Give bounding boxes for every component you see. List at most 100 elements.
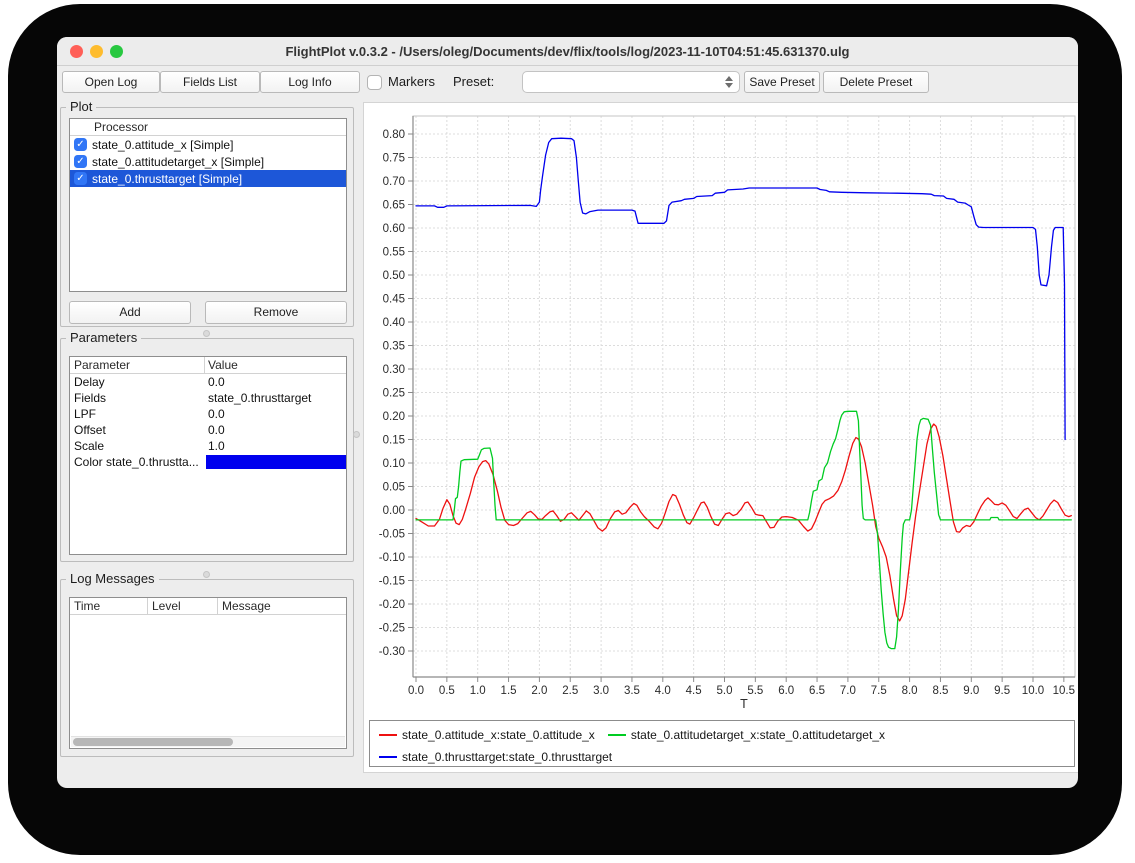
svg-text:-0.15: -0.15 (379, 576, 405, 588)
svg-text:0.20: 0.20 (383, 411, 405, 423)
plot-group-title: Plot (66, 99, 96, 114)
log-info-button[interactable]: Log Info (260, 71, 360, 93)
svg-text:-0.10: -0.10 (379, 552, 405, 564)
column-divider (147, 598, 148, 615)
svg-text:2.0: 2.0 (531, 685, 547, 697)
legend-label: state_0.thrusttarget:state_0.thrusttarge… (402, 750, 612, 764)
svg-text:6.5: 6.5 (809, 685, 825, 697)
parameter-value: state_0.thrusttarget (208, 390, 311, 406)
svg-text:8.0: 8.0 (902, 685, 918, 697)
svg-text:4.5: 4.5 (686, 685, 702, 697)
screenshot-canvas: FlightPlot v.0.3.2 - /Users/oleg/Documen… (0, 0, 1135, 863)
processor-checkbox[interactable]: ✓ (74, 172, 87, 185)
parameters-table[interactable]: Parameter Value Delay0.0Fieldsstate_0.th… (69, 356, 347, 555)
parameter-value: 0.0 (208, 422, 225, 438)
processor-row[interactable]: ✓state_0.attitude_x [Simple] (70, 136, 346, 153)
parameter-name: Offset (74, 422, 106, 438)
svg-text:0.80: 0.80 (383, 129, 405, 141)
parameter-row[interactable]: LPF0.0 (70, 406, 346, 422)
svg-text:6.0: 6.0 (778, 685, 794, 697)
vertical-splitter-handle[interactable] (353, 431, 360, 438)
splitter-handle[interactable] (203, 330, 210, 337)
preset-combobox[interactable] (522, 71, 740, 93)
svg-text:0.70: 0.70 (383, 176, 405, 188)
svg-text:9.5: 9.5 (994, 685, 1010, 697)
svg-text:-0.30: -0.30 (379, 646, 405, 658)
svg-text:0.65: 0.65 (383, 200, 405, 212)
svg-text:9.0: 9.0 (963, 685, 979, 697)
svg-text:0.15: 0.15 (383, 435, 405, 447)
log-messages-header: Time Level Message (70, 598, 346, 615)
parameters-group: Parameters Parameter Value Delay0.0Field… (60, 338, 354, 562)
svg-text:3.5: 3.5 (624, 685, 640, 697)
close-window-button[interactable] (70, 45, 83, 58)
window-title: FlightPlot v.0.3.2 - /Users/oleg/Documen… (57, 37, 1078, 66)
color-swatch[interactable] (206, 455, 346, 469)
processor-row[interactable]: ✓ state_0.thrusttarget [Simple] (70, 170, 346, 187)
scrollbar-thumb[interactable] (73, 738, 233, 746)
svg-text:-0.05: -0.05 (379, 529, 405, 541)
save-preset-button[interactable]: Save Preset (744, 71, 820, 93)
parameters-group-title: Parameters (66, 330, 141, 345)
svg-text:7.5: 7.5 (871, 685, 887, 697)
markers-label: Markers (388, 74, 435, 89)
horizontal-scrollbar[interactable] (71, 736, 345, 747)
svg-text:0.55: 0.55 (383, 247, 405, 259)
legend-line-swatch (379, 756, 397, 758)
processor-label: state_0.attitudetarget_x [Simple] (92, 154, 264, 170)
parameter-row[interactable]: Delay0.0 (70, 374, 346, 390)
splitter-handle[interactable] (203, 571, 210, 578)
message-column-header: Message (222, 598, 271, 614)
legend-entry: state_0.attitude_x:state_0.attitude_x (379, 728, 595, 742)
svg-text:0.30: 0.30 (383, 364, 405, 376)
traffic-lights (70, 45, 123, 58)
chart-legend: state_0.attitude_x:state_0.attitude_xsta… (369, 720, 1075, 767)
parameter-value: 1.0 (208, 438, 225, 454)
svg-text:2.5: 2.5 (562, 685, 578, 697)
chart-panel[interactable]: -0.30-0.25-0.20-0.15-0.10-0.050.000.050.… (363, 102, 1078, 773)
svg-text:0.35: 0.35 (383, 341, 405, 353)
svg-text:10.5: 10.5 (1053, 685, 1075, 697)
svg-text:8.5: 8.5 (932, 685, 948, 697)
add-button[interactable]: Add (69, 301, 191, 324)
parameter-name: Delay (74, 374, 105, 390)
markers-checkbox[interactable] (367, 75, 382, 90)
parameter-row[interactable]: Offset 0.0 (70, 422, 346, 438)
legend-line-swatch (608, 734, 626, 736)
column-divider (204, 357, 205, 374)
svg-text:5.0: 5.0 (717, 685, 733, 697)
combobox-stepper-icon[interactable] (723, 74, 735, 90)
svg-text:0.05: 0.05 (383, 482, 405, 494)
parameter-row[interactable]: Fieldsstate_0.thrusttarget (70, 390, 346, 406)
column-divider (217, 598, 218, 615)
level-column-header: Level (152, 598, 181, 614)
parameter-row[interactable]: Scale 1.0 (70, 438, 346, 454)
zoom-window-button[interactable] (110, 45, 123, 58)
fields-list-button[interactable]: Fields List (160, 71, 260, 93)
plot-group: Plot Processor ✓state_0.attitude_x [Simp… (60, 107, 354, 327)
processor-label: state_0.thrusttarget [Simple] (92, 171, 242, 187)
svg-text:0.45: 0.45 (383, 294, 405, 306)
delete-preset-button[interactable]: Delete Preset (823, 71, 929, 93)
flight-chart[interactable]: -0.30-0.25-0.20-0.15-0.10-0.050.000.050.… (364, 103, 1078, 774)
processor-checkbox[interactable]: ✓ (74, 138, 87, 151)
parameter-name: LPF (74, 406, 96, 422)
svg-text:4.0: 4.0 (655, 685, 671, 697)
processor-checkbox[interactable]: ✓ (74, 155, 87, 168)
color-parameter-row[interactable]: Color state_0.thrustta... (70, 454, 346, 470)
log-messages-table[interactable]: Time Level Message (69, 597, 347, 749)
processor-table[interactable]: Processor ✓state_0.attitude_x [Simple]✓s… (69, 118, 347, 292)
minimize-window-button[interactable] (90, 45, 103, 58)
remove-button[interactable]: Remove (205, 301, 347, 324)
open-log-button[interactable]: Open Log (62, 71, 160, 93)
log-messages-group: Log Messages Time Level Message (60, 579, 354, 757)
legend-entry: state_0.attitudetarget_x:state_0.attitud… (608, 728, 885, 742)
parameter-name: Scale (74, 438, 104, 454)
legend-line-swatch (379, 734, 397, 736)
value-column-header: Value (208, 357, 238, 373)
svg-text:1.0: 1.0 (470, 685, 486, 697)
x-axis-title: T (740, 697, 748, 711)
processor-column-header: Processor (70, 119, 346, 136)
flightplot-window: FlightPlot v.0.3.2 - /Users/oleg/Documen… (57, 37, 1078, 788)
processor-row[interactable]: ✓ state_0.attitudetarget_x [Simple] (70, 153, 346, 170)
